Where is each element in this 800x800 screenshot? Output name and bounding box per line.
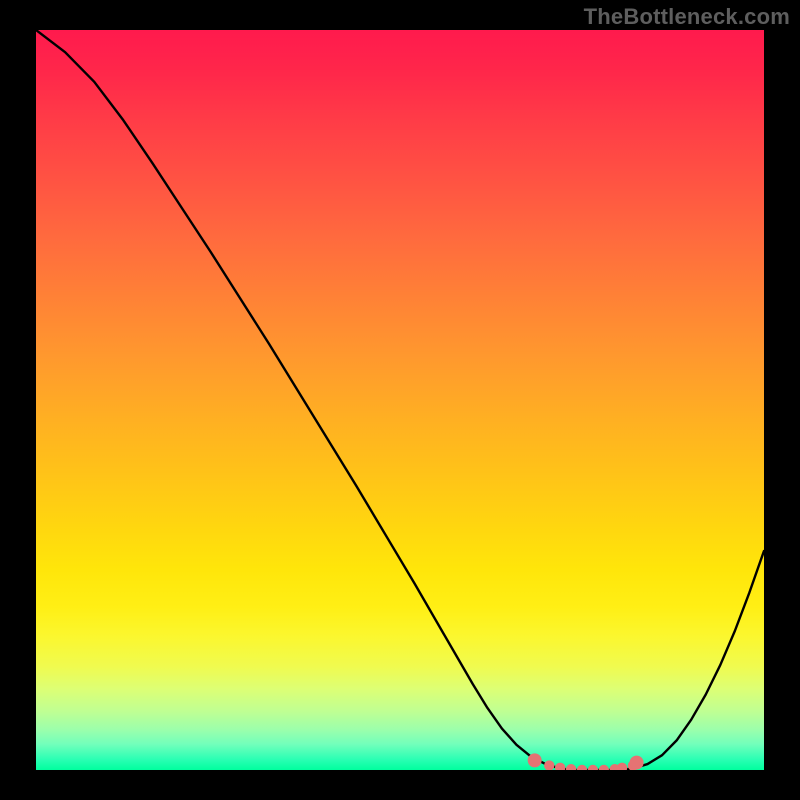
watermark-text: TheBottleneck.com	[584, 4, 790, 30]
plot-area	[36, 30, 764, 770]
marker-dot	[555, 763, 565, 770]
marker-dot	[544, 760, 554, 770]
marker-dot	[588, 765, 598, 770]
marker-dot	[630, 756, 644, 770]
chart-frame: TheBottleneck.com	[0, 0, 800, 800]
marker-dot	[599, 765, 609, 770]
curve-svg	[36, 30, 764, 770]
flat-region-markers	[528, 753, 644, 770]
marker-dot	[577, 765, 587, 770]
marker-dot	[617, 763, 627, 770]
marker-dot	[528, 753, 542, 767]
bottleneck-curve	[36, 30, 764, 770]
marker-dot	[566, 764, 576, 770]
